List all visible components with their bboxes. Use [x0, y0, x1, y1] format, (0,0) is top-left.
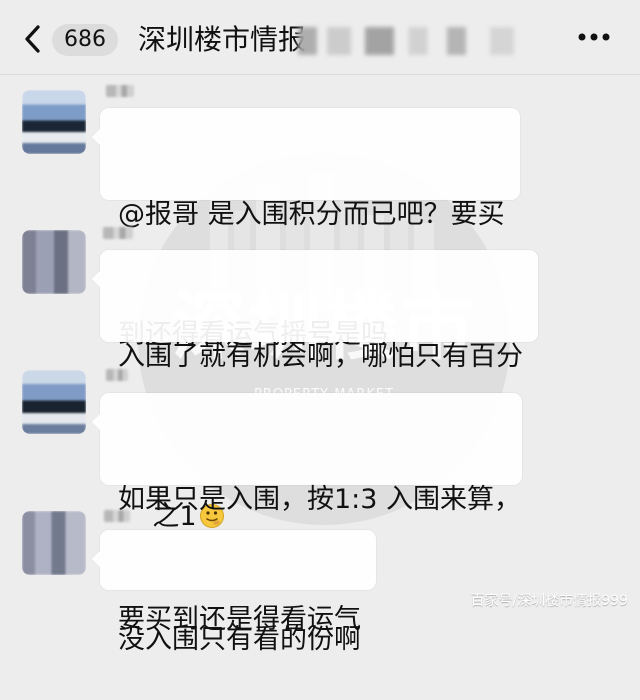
- chat-header: 686 深圳楼市情报: [0, 0, 640, 75]
- blurred-nickname: [103, 227, 133, 239]
- message-line: 入围了就有机会啊，哪怕只有百分: [118, 341, 523, 372]
- message-line: 如果只是入围，按1:3 入围来算，: [118, 484, 522, 515]
- more-button[interactable]: [576, 29, 612, 45]
- blurred-nickname: [106, 85, 134, 97]
- avatar[interactable]: [22, 230, 86, 294]
- unread-count-badge[interactable]: 686: [52, 24, 118, 56]
- more-icon: [578, 33, 610, 41]
- chat-title: 深圳楼市情报: [138, 23, 307, 56]
- avatar-image: [22, 230, 86, 294]
- blurred-nickname: [106, 369, 128, 381]
- avatar-image: [22, 511, 86, 575]
- avatar[interactable]: [22, 511, 86, 575]
- back-arrow-icon: [25, 25, 40, 53]
- blurred-nickname: [104, 510, 130, 522]
- source-watermark: 百家号/深圳楼市情报999: [470, 593, 628, 609]
- message-line: 没入围只有看的份啊: [118, 624, 361, 655]
- avatar[interactable]: [22, 370, 86, 434]
- avatar-image: [22, 370, 86, 434]
- blurred-title-extension: [298, 27, 538, 55]
- avatar[interactable]: [22, 90, 86, 154]
- message-line: @报哥 是入围积分而已吧？要买: [118, 199, 505, 230]
- back-button[interactable]: [22, 24, 44, 54]
- message-text: 没入围只有看的份啊: [118, 540, 361, 700]
- avatar-image: [22, 90, 86, 154]
